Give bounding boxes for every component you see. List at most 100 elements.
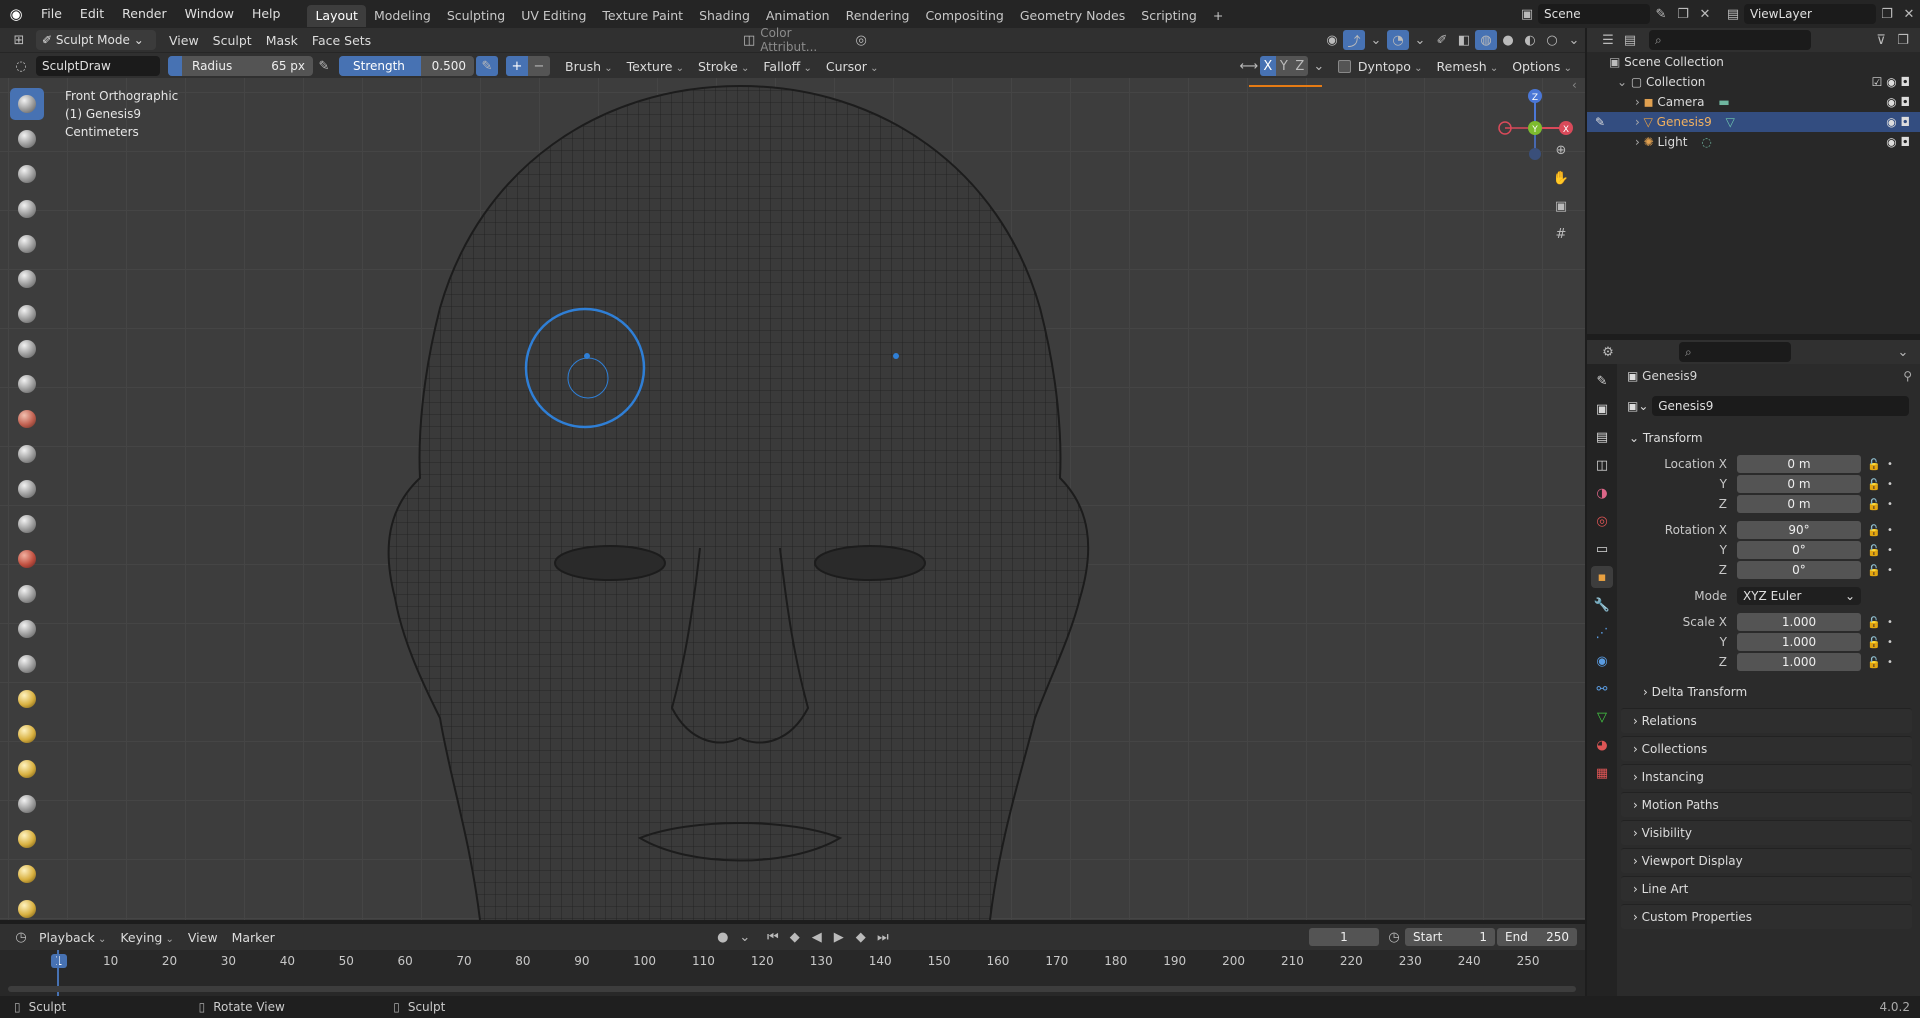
edit-mode-icon[interactable]: ✎: [1595, 112, 1605, 132]
menu-edit[interactable]: Edit: [71, 0, 113, 28]
new-collection-icon[interactable]: ❐: [1892, 30, 1914, 50]
tool-draw[interactable]: [10, 88, 44, 120]
radius-slider[interactable]: Radius 65 px: [168, 56, 313, 76]
view-layer-tab-icon[interactable]: ◫: [1591, 454, 1613, 476]
tab-compositing[interactable]: Compositing: [917, 5, 1011, 27]
cursor-dropdown[interactable]: Cursor: [819, 59, 886, 74]
blender-logo-icon[interactable]: ◉: [0, 4, 32, 24]
brush-name-field[interactable]: SculptDraw: [36, 56, 160, 76]
lock-icon[interactable]: 🔓: [1861, 656, 1887, 669]
auto-keying-icon[interactable]: ●: [712, 927, 734, 947]
pin-properties-icon[interactable]: ⚲: [1903, 369, 1912, 383]
tool-grab[interactable]: [10, 613, 44, 645]
view-layer-icon[interactable]: ▤: [1722, 4, 1744, 24]
properties-options-icon[interactable]: ⌄: [1892, 342, 1914, 362]
texture-dropdown[interactable]: Texture: [620, 59, 691, 74]
tool-snake-hook[interactable]: [10, 683, 44, 715]
prev-keyframe-icon[interactable]: ◆: [784, 927, 806, 947]
editor-type-icon[interactable]: ⊞: [8, 30, 30, 50]
outliner-item-light[interactable]: › ✺ Light ◌ ◉ ◘: [1587, 132, 1920, 152]
tool-slide-relax[interactable]: [10, 858, 44, 890]
keyframe-dot-icon[interactable]: •: [1887, 545, 1893, 556]
current-frame-field[interactable]: 1: [1309, 928, 1379, 946]
subtract-direction-button[interactable]: −: [528, 56, 550, 76]
overlay-toggle-icon[interactable]: ◔: [1387, 30, 1409, 50]
scale-x-field[interactable]: 1.000: [1737, 613, 1861, 631]
shading-dropdown-icon[interactable]: ⌄: [1563, 30, 1585, 50]
keyframe-dot-icon[interactable]: •: [1887, 637, 1893, 648]
ortho-grid-icon[interactable]: #: [1550, 224, 1572, 244]
expand-genesis9-icon[interactable]: ›: [1635, 115, 1644, 129]
new-view-layer-icon[interactable]: ❐: [1876, 4, 1898, 24]
outliner-editor-icon[interactable]: ☰: [1597, 30, 1619, 50]
collection-tab-icon[interactable]: ▭: [1591, 538, 1613, 560]
mirror-x-button[interactable]: X: [1259, 56, 1276, 76]
tool-clay-thumb[interactable]: [10, 228, 44, 260]
gizmo-toggle-icon[interactable]: ⤴: [1343, 30, 1365, 50]
frame-ruler[interactable]: 1102030405060708090100110120130140150160…: [0, 950, 1585, 972]
menu-render[interactable]: Render: [113, 0, 176, 28]
brush-overlay-icon[interactable]: ✐: [1431, 30, 1453, 50]
tool-fill[interactable]: [10, 473, 44, 505]
light-toggles[interactable]: ◉ ◘: [1886, 132, 1910, 152]
lock-icon[interactable]: 🔓: [1861, 616, 1887, 629]
sidebar-toggle-icon[interactable]: ‹: [1572, 78, 1577, 92]
outliner-item-camera[interactable]: › ◼ Camera ▬ ◉ ◘: [1587, 92, 1920, 112]
play-reverse-icon[interactable]: ◀: [806, 927, 828, 947]
symmetry-dropdown-icon[interactable]: ⌄: [1308, 56, 1330, 76]
expand-camera-icon[interactable]: ›: [1635, 95, 1644, 109]
physics-tab-icon[interactable]: ◉: [1591, 650, 1613, 672]
stroke-dropdown[interactable]: Stroke: [691, 59, 756, 74]
scale-y-field[interactable]: 1.000: [1737, 633, 1861, 651]
delete-scene-icon[interactable]: ✕: [1694, 4, 1716, 24]
tool-draw-sharp[interactable]: [10, 123, 44, 155]
rendered-shading-icon[interactable]: ○: [1541, 30, 1563, 50]
new-scene-icon[interactable]: ❐: [1672, 4, 1694, 24]
gizmo-dropdown-icon[interactable]: ⌄: [1365, 30, 1387, 50]
tool-pinch[interactable]: [10, 578, 44, 610]
tool-clay[interactable]: [10, 158, 44, 190]
tool-elastic-deform[interactable]: [10, 648, 44, 680]
keyframe-dot-icon[interactable]: •: [1887, 525, 1893, 536]
tool-multiplane-scrape[interactable]: [10, 543, 44, 575]
constraints-tab-icon[interactable]: ⚯: [1591, 678, 1613, 700]
tool-inflate[interactable]: [10, 298, 44, 330]
tool-layer[interactable]: [10, 263, 44, 295]
sync-icon[interactable]: ◎: [850, 30, 872, 50]
modifier-tab-icon[interactable]: 🔧: [1591, 594, 1613, 616]
zoom-icon[interactable]: ⊕: [1550, 140, 1572, 160]
object-name-field[interactable]: Genesis9: [1652, 396, 1910, 416]
scale-z-field[interactable]: 1.000: [1737, 653, 1861, 671]
strength-pressure-icon[interactable]: ✎: [476, 56, 498, 76]
jump-start-icon[interactable]: ⏮: [762, 927, 784, 947]
tool-rotate[interactable]: [10, 823, 44, 855]
keyframe-dot-icon[interactable]: •: [1887, 565, 1893, 576]
timeline-editor-icon[interactable]: ◷: [10, 927, 32, 947]
tool-tab-icon[interactable]: ✎: [1591, 370, 1613, 392]
tool-clay-strips[interactable]: [10, 193, 44, 225]
xray-icon[interactable]: ◧: [1453, 30, 1475, 50]
lock-icon[interactable]: 🔓: [1861, 564, 1887, 577]
brush-dropdown[interactable]: Brush: [558, 59, 620, 74]
tab-geometry-nodes[interactable]: Geometry Nodes: [1012, 5, 1133, 27]
add-direction-button[interactable]: +: [506, 56, 528, 76]
panel-instancing[interactable]: › Instancing: [1621, 764, 1912, 789]
menu-sculpt[interactable]: Sculpt: [206, 33, 259, 48]
tool-thumb[interactable]: [10, 718, 44, 750]
location-z-field[interactable]: 0 m: [1737, 495, 1861, 513]
menu-file[interactable]: File: [32, 0, 71, 28]
rotation-mode-select[interactable]: XYZ Euler ⌄: [1737, 587, 1861, 605]
timeline-scrollbar[interactable]: [8, 986, 1576, 992]
next-keyframe-icon[interactable]: ◆: [850, 927, 872, 947]
lock-icon[interactable]: 🔓: [1861, 524, 1887, 537]
keyframe-dot-icon[interactable]: •: [1887, 657, 1893, 668]
outliner-search-input[interactable]: ⌕: [1649, 30, 1811, 50]
menu-help[interactable]: Help: [243, 0, 290, 28]
view-layer-selector[interactable]: ViewLayer: [1744, 4, 1876, 24]
scene-selector[interactable]: Scene: [1538, 4, 1650, 24]
color-attribute-selector[interactable]: Color Attribut...: [760, 26, 850, 54]
properties-editor-icon[interactable]: ⚙: [1597, 342, 1619, 362]
world-tab-icon[interactable]: ◎: [1591, 510, 1613, 532]
play-icon[interactable]: ▶: [828, 927, 850, 947]
panel-visibility[interactable]: › Visibility: [1621, 820, 1912, 845]
